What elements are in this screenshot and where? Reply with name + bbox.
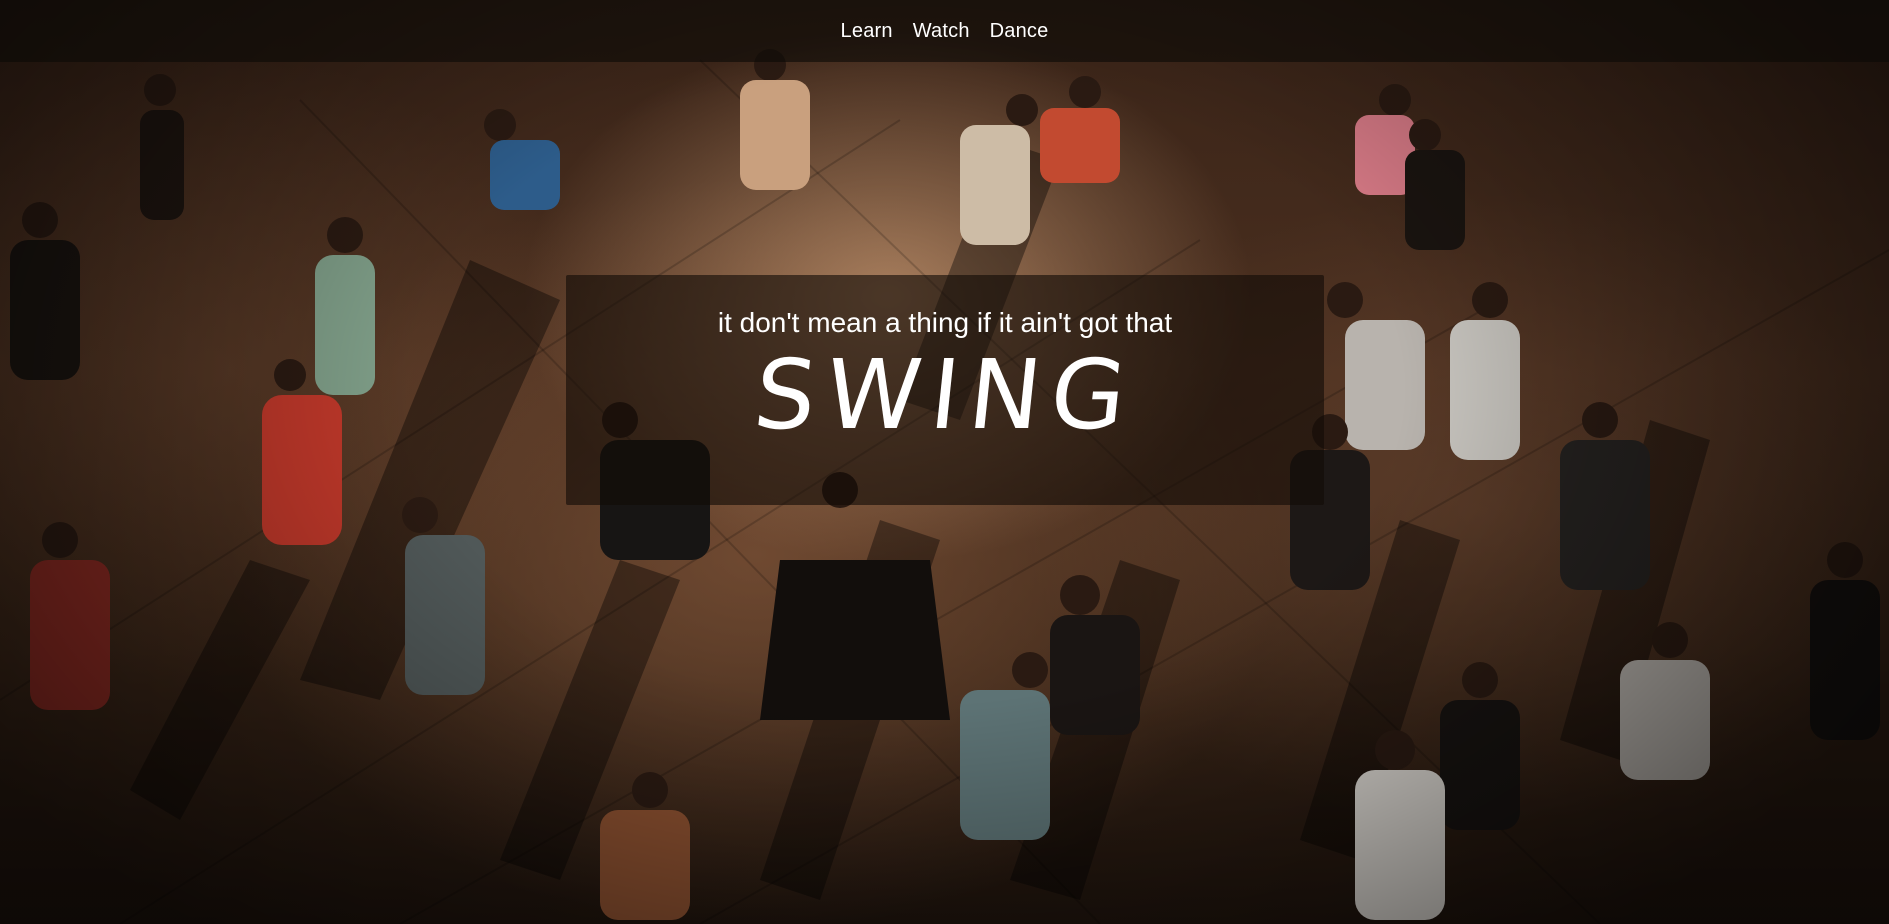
hero-tagline: it don't mean a thing if it ain't got th… xyxy=(717,307,1173,338)
top-navigation-bar: Learn Watch Dance xyxy=(0,0,1889,62)
hero-caption-box: it don't mean a thing if it ain't got th… xyxy=(566,275,1324,505)
page: Learn Watch Dance it don't mean a thing … xyxy=(0,0,1889,924)
nav-link-watch[interactable]: Watch xyxy=(913,20,970,43)
nav-link-dance[interactable]: Dance xyxy=(990,20,1049,43)
nav-link-learn[interactable]: Learn xyxy=(841,20,893,43)
hero-headline: SWING xyxy=(748,339,1142,451)
